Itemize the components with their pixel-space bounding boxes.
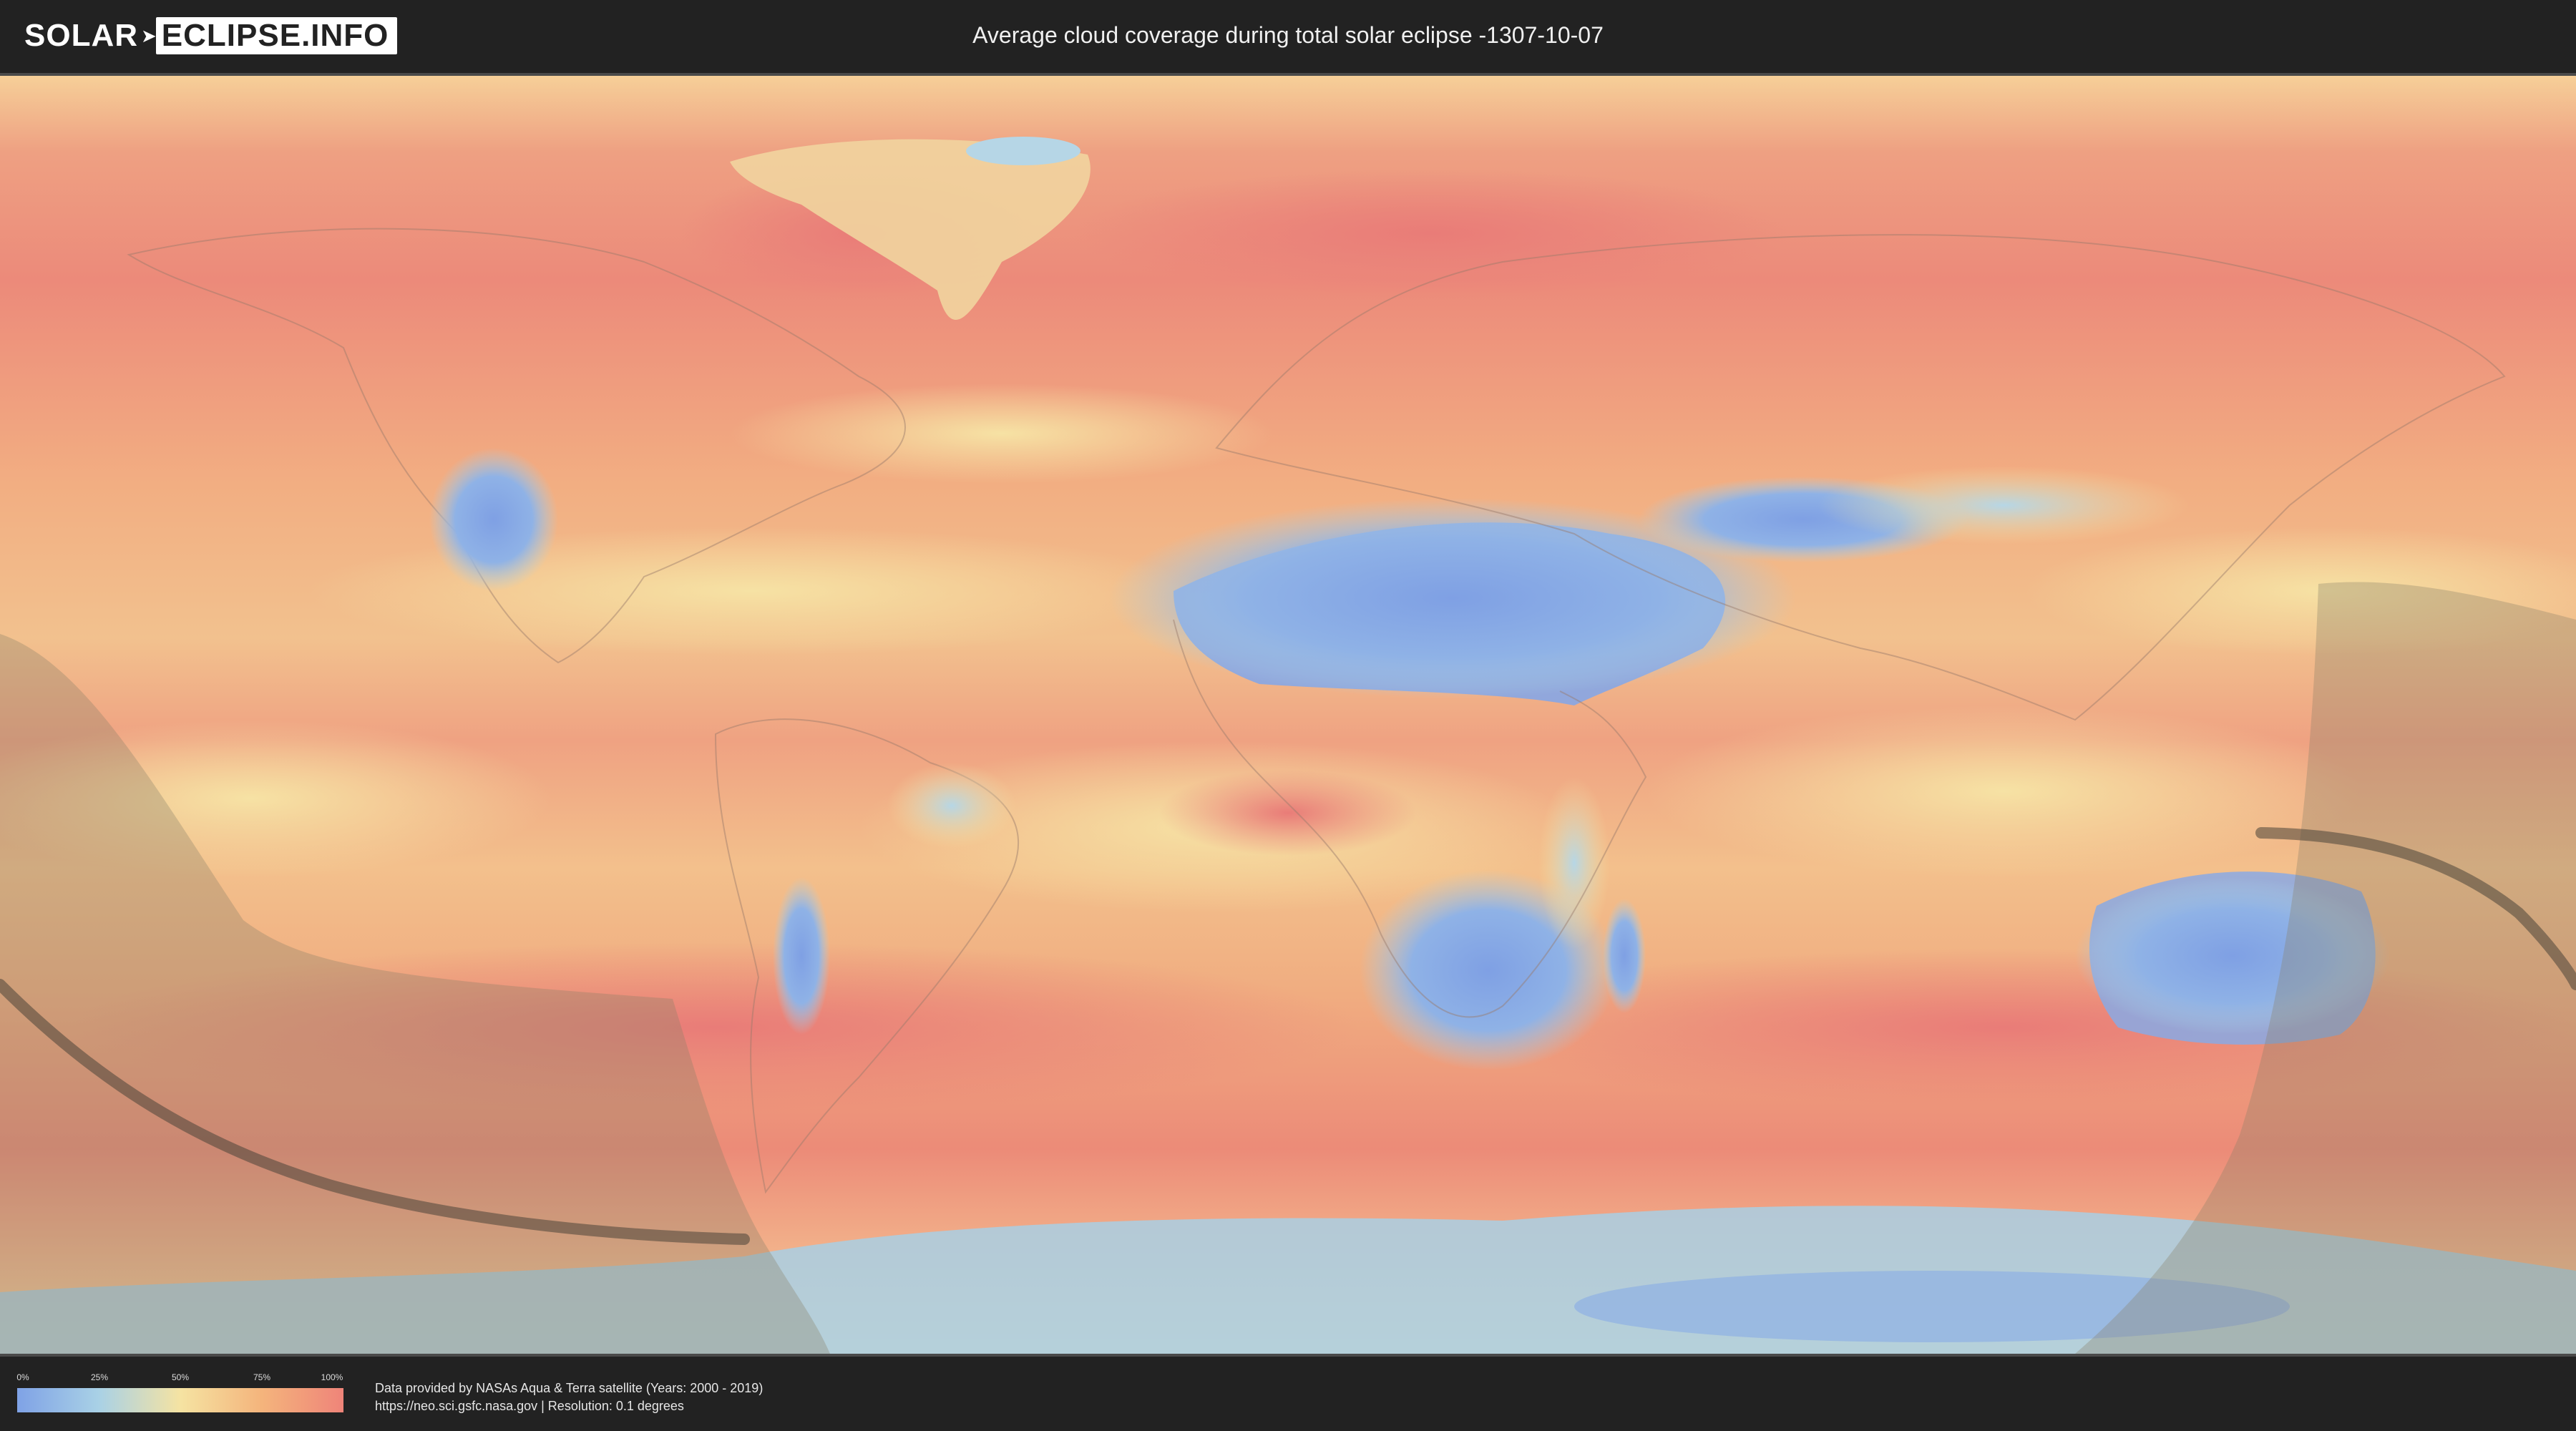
credit-line-url[interactable]: https://neo.sci.gsfc.nasa.gov | Resoluti… (375, 1397, 763, 1415)
header-bar: SOLAR ➤ ECLIPSE.INFO Average cloud cover… (0, 0, 2576, 72)
legend-tick: 0% (16, 1372, 29, 1382)
data-credits: Data provided by NASAs Aqua & Terra sate… (375, 1379, 763, 1415)
credit-line-source: Data provided by NASAs Aqua & Terra sate… (375, 1381, 763, 1395)
legend-ticks: 0% 25% 50% 75% 100% (16, 1372, 343, 1384)
footer-bar: 0% 25% 50% 75% 100% Data provided by NAS… (0, 1357, 2576, 1431)
cloud-coverage-map[interactable] (0, 73, 2576, 1357)
world-map-svg (0, 76, 2576, 1354)
page-title: Average cloud coverage during total sola… (972, 22, 1604, 48)
legend-tick: 25% (90, 1372, 109, 1382)
legend-gradient-bar (17, 1388, 343, 1412)
western-us-clear (429, 448, 558, 591)
cloud-coverage-legend: 0% 25% 50% 75% 100% (16, 1372, 343, 1412)
legend-tick: 100% (321, 1372, 343, 1382)
legend-tick: 75% (253, 1372, 271, 1382)
legend-tick: 50% (171, 1372, 190, 1382)
